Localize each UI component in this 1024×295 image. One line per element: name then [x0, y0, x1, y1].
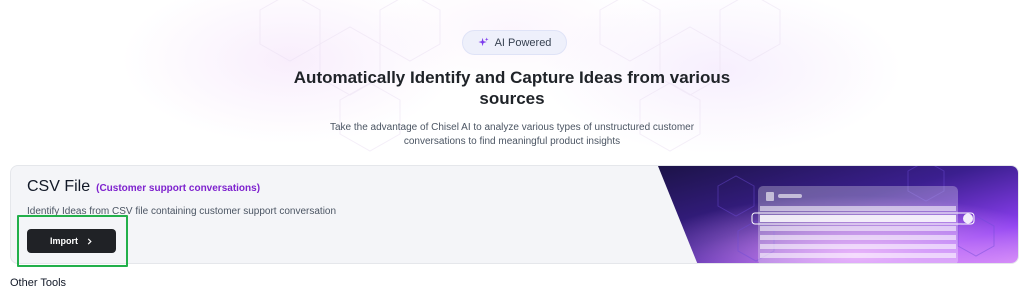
card-description: Identify Ideas from CSV file containing …	[27, 206, 337, 217]
chevron-right-icon	[87, 237, 92, 245]
ai-powered-badge: AI Powered	[462, 30, 567, 55]
import-button-label: Import	[50, 236, 78, 246]
page-subtitle: Take the advantage of Chisel AI to analy…	[329, 122, 695, 147]
page-title: Automatically Identify and Capture Ideas…	[293, 68, 731, 108]
csv-illustration	[658, 166, 1018, 263]
hero-section: AI Powered Automatically Identify and Ca…	[0, 0, 1024, 165]
card-tag: (Customer support conversations)	[96, 183, 261, 194]
sparkle-icon	[478, 37, 489, 47]
badge-label: AI Powered	[494, 36, 552, 49]
card-title: CSV File	[27, 178, 91, 195]
import-button[interactable]: Import	[27, 229, 116, 253]
other-tools-heading: Other Tools	[10, 277, 67, 289]
csv-file-card: CSV File (Customer support conversations…	[10, 165, 1019, 264]
card-heading: CSV File (Customer support conversations…	[27, 178, 260, 196]
